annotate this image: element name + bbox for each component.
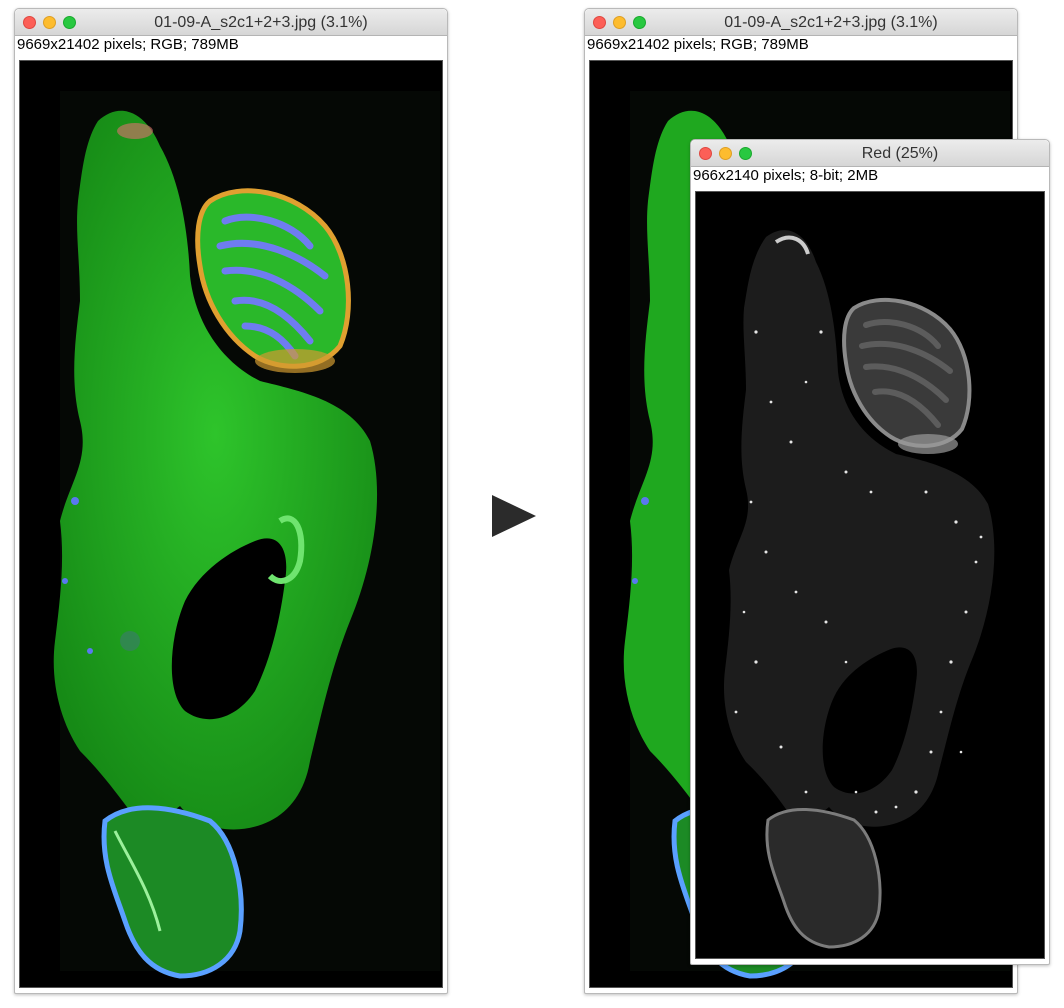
zoom-button[interactable]: [739, 147, 752, 160]
minimize-button[interactable]: [613, 16, 626, 29]
play-arrow-icon: [492, 495, 536, 537]
title-bar[interactable]: 01-09-A_s2c1+2+3.jpg (3.1%): [585, 9, 1017, 36]
brain-section-image: [53, 91, 440, 979]
red-channel-window[interactable]: Red (25%) 966x2140 pixels; 8-bit; 2MB: [690, 139, 1050, 965]
image-canvas[interactable]: [695, 191, 1045, 959]
image-info: 966x2140 pixels; 8-bit; 2MB: [693, 167, 879, 184]
zoom-button[interactable]: [633, 16, 646, 29]
image-info: 9669x21402 pixels; RGB; 789MB: [17, 36, 239, 53]
red-channel-grayscale-image: [723, 230, 995, 949]
image-window-left[interactable]: 01-09-A_s2c1+2+3.jpg (3.1%) 9669x21402 p…: [14, 8, 448, 994]
minimize-button[interactable]: [43, 16, 56, 29]
close-button[interactable]: [593, 16, 606, 29]
image-canvas[interactable]: [19, 60, 443, 988]
title-bar[interactable]: Red (25%): [691, 140, 1049, 167]
minimize-button[interactable]: [719, 147, 732, 160]
window-title: Red (25%): [861, 145, 939, 162]
image-info: 9669x21402 pixels; RGB; 789MB: [587, 36, 809, 53]
close-button[interactable]: [699, 147, 712, 160]
window-title: 01-09-A_s2c1+2+3.jpg (3.1%): [154, 14, 368, 31]
close-button[interactable]: [23, 16, 36, 29]
window-title: 01-09-A_s2c1+2+3.jpg (3.1%): [724, 14, 938, 31]
title-bar[interactable]: 01-09-A_s2c1+2+3.jpg (3.1%): [15, 9, 447, 36]
zoom-button[interactable]: [63, 16, 76, 29]
